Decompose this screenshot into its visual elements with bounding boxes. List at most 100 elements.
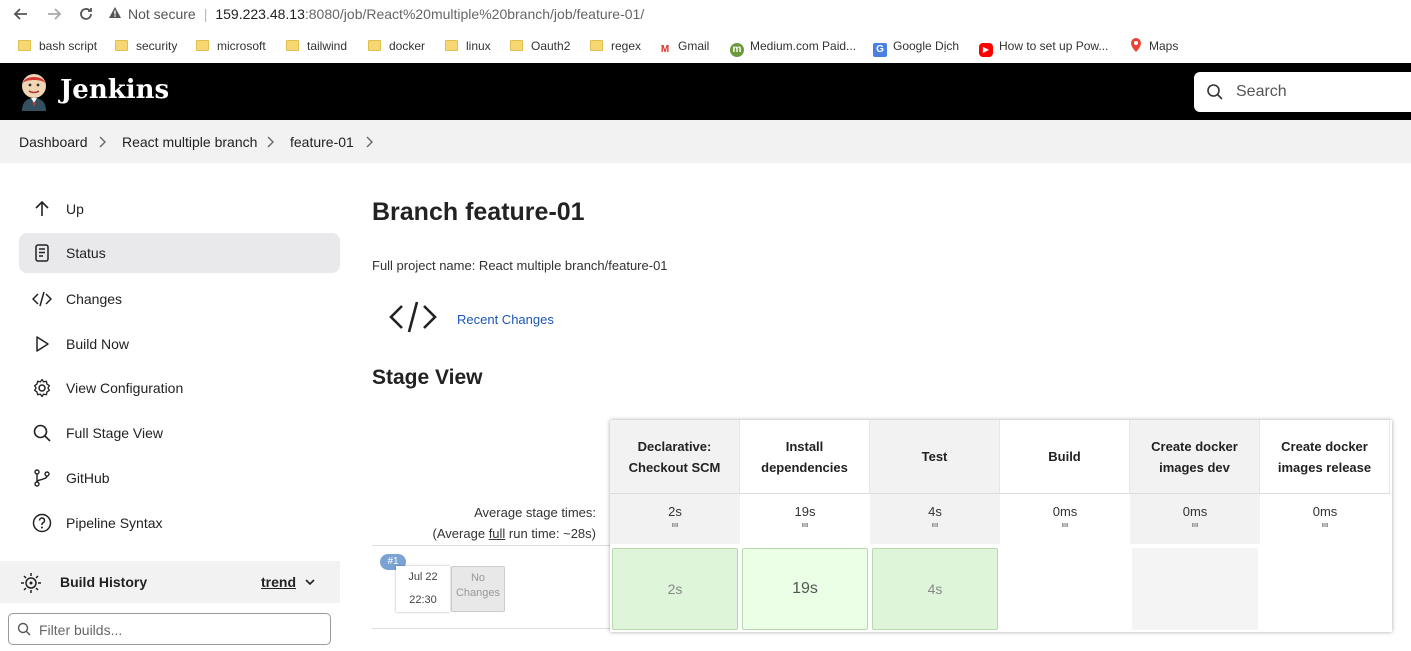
sidebar-item-view-configuration[interactable]: View Configuration <box>19 368 340 408</box>
stage-column: Create docker images release 0ms <box>1260 420 1392 632</box>
stage-cell-empty <box>1002 548 1128 630</box>
page-title: Branch feature-01 <box>372 198 585 226</box>
chevron-right-icon[interactable] <box>98 133 106 153</box>
build-row[interactable]: #1 Jul 22 22:30 No Changes <box>372 545 610 629</box>
bookmark-docker[interactable]: docker <box>368 37 425 55</box>
stage-view: Average stage times: (Average full run t… <box>372 420 1392 632</box>
reload-button[interactable] <box>75 3 97 25</box>
build-history-title: Build History <box>60 574 148 590</box>
map-pin-icon <box>1129 38 1143 52</box>
breadcrumb-project[interactable]: React multiple branch <box>122 133 257 151</box>
stage-cell-success[interactable]: 2s <box>612 548 738 630</box>
gear-icon <box>33 378 51 398</box>
filter-placeholder: Filter builds... <box>39 622 123 638</box>
folder-icon <box>196 40 209 51</box>
bookmark-tailwind[interactable]: tailwind <box>286 37 347 55</box>
folder-icon <box>368 40 381 51</box>
sidebar-item-github[interactable]: GitHub <box>19 458 340 498</box>
filter-builds-input[interactable]: Filter builds... <box>8 613 331 645</box>
trend-link[interactable]: trend <box>261 574 296 590</box>
stage-average: 0ms <box>1000 493 1130 544</box>
jenkins-logo-icon[interactable] <box>18 71 50 111</box>
stage-header: Test <box>870 420 1000 493</box>
stage-cell-success[interactable]: 4s <box>872 548 998 630</box>
stage-header: Create docker images dev <box>1130 420 1260 493</box>
sidebar-item-up[interactable]: Up <box>19 189 340 229</box>
stage-header: Build <box>1000 420 1130 493</box>
stage-table: Declarative: Checkout SCM 2s 2s Install … <box>610 420 1392 632</box>
back-button[interactable] <box>10 3 32 25</box>
folder-icon <box>510 40 523 51</box>
search-placeholder: Search <box>1236 83 1287 100</box>
search-icon <box>33 424 51 442</box>
stage-header: Install dependencies <box>740 420 870 493</box>
build-date: Jul 22 22:30 <box>396 566 450 612</box>
translate-icon: G <box>873 43 887 57</box>
stage-cell-success[interactable]: 19s <box>742 548 868 630</box>
sidebar-item-full-stage-view[interactable]: Full Stage View <box>19 413 340 453</box>
sidebar-item-status[interactable]: Status <box>19 233 340 273</box>
stage-column: Test 4s 4s <box>870 420 1000 632</box>
chevron-down-icon[interactable] <box>304 576 316 588</box>
folder-icon <box>590 40 603 51</box>
folder-icon <box>445 40 458 51</box>
build-history-header: Build History trend <box>0 561 340 603</box>
medium-icon: m <box>730 43 744 57</box>
security-status: Not secure <box>128 6 196 22</box>
warning-icon <box>108 3 122 27</box>
sidebar-item-build-now[interactable]: Build Now <box>19 324 340 364</box>
bookmark-medium[interactable]: m Medium.com Paid... <box>730 37 856 57</box>
breadcrumb: Dashboard React multiple branch feature-… <box>0 120 1411 163</box>
stage-average: 0ms <box>1130 493 1260 544</box>
bookmark-security[interactable]: security <box>115 37 177 55</box>
stage-cell-empty <box>1262 548 1388 630</box>
folder-icon <box>18 40 31 51</box>
branch-icon <box>34 469 50 487</box>
sidebar-item-changes[interactable]: Changes <box>19 279 340 319</box>
play-icon <box>36 336 49 352</box>
chevron-right-icon[interactable] <box>365 133 373 153</box>
stage-column: Create docker images dev 0ms <box>1130 420 1260 632</box>
browser-toolbar: Not secure | 159.223.48.13:8080/job/React%… <box>0 0 1411 28</box>
youtube-icon: ▶ <box>979 43 993 57</box>
breadcrumb-branch[interactable]: feature-01 <box>290 133 354 151</box>
bookmark-gmail[interactable]: M Gmail <box>658 37 710 55</box>
stage-average: 0ms <box>1260 493 1390 544</box>
bookmark-maps[interactable]: Maps <box>1129 37 1178 55</box>
help-icon <box>32 513 52 533</box>
arrow-right-icon <box>48 8 62 20</box>
stage-average: 19s <box>740 493 870 544</box>
bookmark-bash-script[interactable]: bash script <box>18 37 97 55</box>
stage-cell-empty <box>1132 548 1258 630</box>
sidebar-item-pipeline-syntax[interactable]: Pipeline Syntax <box>19 503 340 543</box>
full-run-link[interactable]: full <box>489 526 506 541</box>
search-icon <box>1207 84 1223 100</box>
folder-icon <box>286 40 299 51</box>
recent-changes-link[interactable]: Recent Changes <box>457 312 554 328</box>
bookmark-oauth2[interactable]: Oauth2 <box>510 37 570 55</box>
bookmark-google-translate[interactable]: G Google Dịch <box>873 37 959 57</box>
breadcrumb-dashboard[interactable]: Dashboard <box>19 133 88 151</box>
reload-icon <box>80 8 92 20</box>
folder-icon <box>115 40 128 51</box>
stage-column: Build 0ms <box>1000 420 1130 632</box>
jenkins-title[interactable]: Jenkins <box>60 73 169 107</box>
forward-button[interactable] <box>43 3 65 25</box>
bookmark-regex[interactable]: regex <box>590 37 641 55</box>
search-input[interactable]: Search <box>1194 72 1411 112</box>
bookmark-microsoft[interactable]: microsoft <box>196 37 266 55</box>
code-icon <box>389 301 437 333</box>
build-history-icon <box>21 573 41 593</box>
code-icon <box>32 291 52 307</box>
bookmark-youtube[interactable]: ▶ How to set up Pow... <box>979 37 1108 57</box>
bookmarks-bar: bash script security microsoft tailwind … <box>0 30 1411 60</box>
bookmark-linux[interactable]: linux <box>445 37 491 55</box>
url-host: 159.223.48.13 <box>215 6 305 22</box>
average-stage-times-label: Average stage times: (Average full run t… <box>432 505 596 541</box>
address-bar[interactable]: Not secure | 159.223.48.13:8080/job/React%… <box>108 2 1408 26</box>
document-icon <box>35 244 49 262</box>
arrow-up-icon <box>35 200 49 216</box>
chevron-right-icon[interactable] <box>266 133 274 153</box>
stage-column: Install dependencies 19s 19s <box>740 420 870 632</box>
gmail-icon: M <box>660 44 670 55</box>
